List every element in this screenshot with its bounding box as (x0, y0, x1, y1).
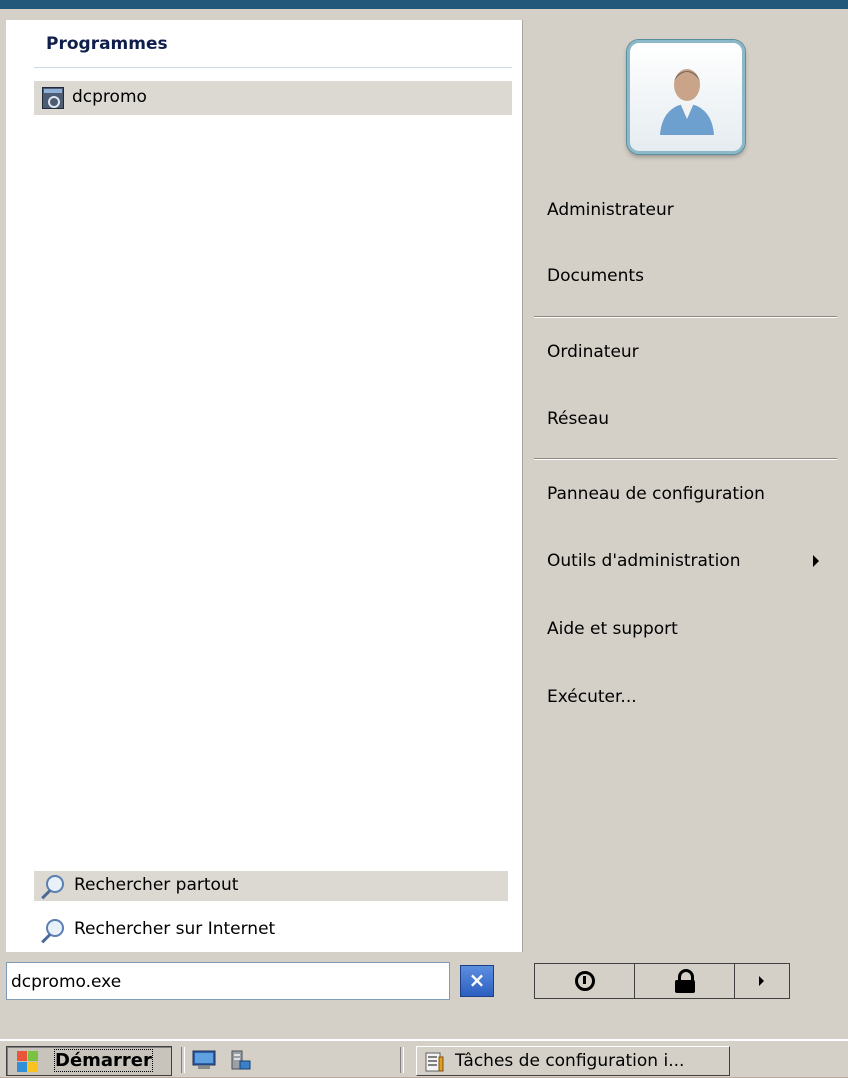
search-internet-label: Rechercher sur Internet (74, 919, 276, 939)
clear-search-button[interactable]: × (460, 965, 494, 997)
programs-heading: Programmes (46, 34, 168, 54)
quicklaunch-separator (400, 1047, 404, 1073)
quicklaunch-separator (181, 1047, 185, 1073)
program-item-dcpromo[interactable]: dcpromo (34, 81, 512, 115)
network-link[interactable]: Réseau (547, 409, 609, 429)
computer-link[interactable]: Ordinateur (547, 342, 639, 362)
start-button[interactable]: Démarrer (6, 1046, 172, 1076)
show-desktop-icon[interactable] (192, 1049, 216, 1071)
menu-separator (534, 316, 837, 318)
taskbar-button-configuration-tasks[interactable]: Tâches de configuration i... (416, 1046, 730, 1076)
power-button-group (534, 963, 790, 999)
search-input[interactable] (9, 965, 449, 999)
user-avatar[interactable] (627, 40, 745, 154)
power-icon (575, 971, 595, 991)
lock-icon (674, 969, 696, 993)
control-panel-link[interactable]: Panneau de configuration (547, 484, 765, 504)
lock-button[interactable] (635, 964, 735, 998)
magnifier-icon (38, 917, 64, 944)
search-everywhere-label: Rechercher partout (74, 875, 239, 895)
application-icon (42, 87, 64, 109)
submenu-arrow-icon (813, 555, 819, 567)
search-box (6, 962, 450, 1000)
magnifier-icon (38, 873, 64, 900)
help-support-link[interactable]: Aide et support (547, 619, 678, 639)
taskbar: Démarrer Tâches de configuration i... (0, 1039, 848, 1077)
windows-logo-icon (17, 1051, 39, 1073)
user-name-link[interactable]: Administrateur (547, 200, 674, 220)
search-internet-link[interactable]: Rechercher sur Internet (34, 915, 508, 945)
run-link[interactable]: Exécuter... (547, 687, 637, 707)
admin-tools-link[interactable]: Outils d'administration (547, 551, 740, 571)
start-label: Démarrer (54, 1049, 153, 1072)
program-item-label: dcpromo (72, 87, 147, 107)
search-everywhere-link[interactable]: Rechercher partout (34, 871, 508, 901)
power-button[interactable] (535, 964, 635, 998)
taskbar-button-label: Tâches de configuration i... (455, 1051, 685, 1071)
menu-separator (534, 458, 837, 460)
configuration-tasks-icon (425, 1051, 447, 1073)
programs-pane (6, 20, 523, 952)
power-options-button[interactable] (735, 964, 789, 998)
chevron-right-icon (759, 976, 764, 986)
user-icon (660, 69, 714, 135)
programs-divider (34, 67, 512, 68)
documents-link[interactable]: Documents (547, 266, 644, 286)
server-manager-icon[interactable] (228, 1049, 252, 1071)
